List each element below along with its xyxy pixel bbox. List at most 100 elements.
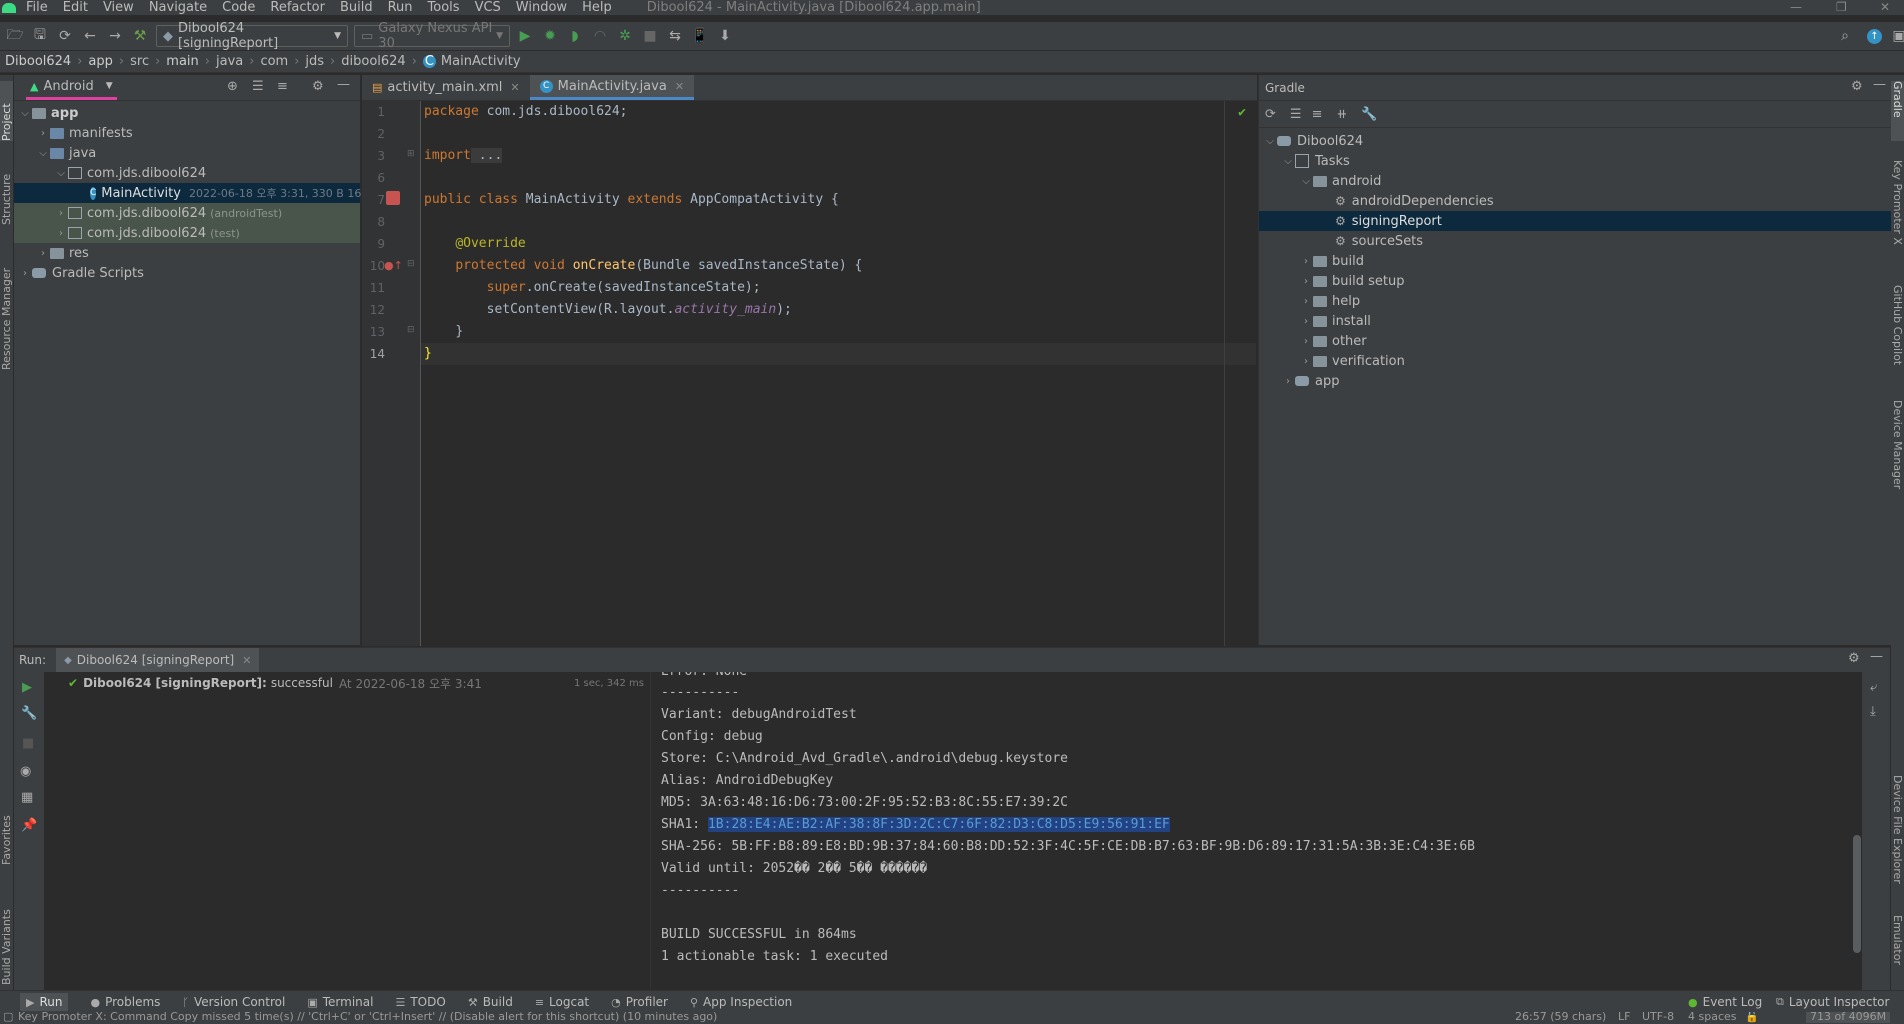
soft-wrap-icon[interactable]: ⤶	[1870, 680, 1877, 695]
tool-tab-version-control[interactable]: ᚴ Version Control	[182, 995, 285, 1009]
override-gutter-icon[interactable]: ●↑	[384, 259, 403, 272]
chevron-right-icon[interactable]: ›	[18, 268, 32, 279]
tool-tab-terminal[interactable]: ▣ Terminal	[307, 995, 373, 1009]
tool-tab-app-inspection[interactable]: ⚲ App Inspection	[690, 995, 792, 1009]
gear-icon[interactable]: ⚙	[1851, 79, 1863, 94]
chevron-right-icon[interactable]: ›	[1299, 296, 1313, 307]
project-view-selector[interactable]: ▲ Android ▼	[26, 75, 117, 100]
build-variants-tool-tab[interactable]: Build Variants	[0, 885, 13, 985]
resource-manager-tool-tab[interactable]: Resource Manager	[0, 240, 13, 370]
menu-code[interactable]: Code	[222, 0, 255, 15]
locate-icon[interactable]: ⊕	[227, 79, 238, 94]
copilot-tool-tab[interactable]: GitHub Copilot	[1891, 285, 1904, 395]
eye-icon[interactable]: ◉	[20, 764, 31, 779]
collapse-all-icon[interactable]: ≡	[277, 79, 288, 94]
reload-gradle-icon[interactable]: ⟳	[1265, 107, 1276, 122]
chevron-right-icon[interactable]: ›	[36, 248, 50, 259]
breadcrumb-item[interactable]: MainActivity	[441, 54, 521, 69]
sync-icon[interactable]: ⟳	[55, 26, 75, 46]
breadcrumb-item[interactable]: com	[260, 54, 288, 69]
chevron-down-icon[interactable]: ⌵	[1263, 136, 1277, 147]
memory-indicator[interactable]: 713 of 4096M	[1806, 1012, 1891, 1023]
tool-tab-event-log[interactable]: ● Event Log	[1688, 995, 1762, 1009]
fold-icon[interactable]: ⊟	[407, 259, 415, 269]
chevron-right-icon[interactable]: ›	[1299, 316, 1313, 327]
device-selector[interactable]: ▭ Galaxy Nexus API 30 ▼	[354, 21, 510, 51]
wrench-icon[interactable]: 🔧	[1361, 107, 1377, 122]
caret-position[interactable]: 26:57 (59 chars)	[1515, 1012, 1606, 1023]
chevron-right-icon[interactable]: ›	[1299, 256, 1313, 267]
tool-tab-profiler[interactable]: ◔ Profiler	[611, 995, 668, 1009]
menu-tools[interactable]: Tools	[428, 0, 460, 15]
chevron-right-icon[interactable]: ›	[54, 228, 68, 239]
structure-tool-tab[interactable]: Structure	[0, 155, 13, 225]
sdk-manager-icon[interactable]: ⬇	[715, 26, 735, 46]
expand-all-icon[interactable]: ☰	[252, 79, 264, 94]
gear-icon[interactable]: ⚙	[1848, 651, 1860, 666]
chevron-right-icon[interactable]: ›	[1299, 356, 1313, 367]
tool-tab-todo[interactable]: ☰ TODO	[395, 995, 445, 1009]
breadcrumb-item[interactable]: java	[216, 54, 243, 69]
chevron-right-icon[interactable]: ›	[1299, 276, 1313, 287]
tree-node-package[interactable]: ⌵ com.jds.dibool624	[14, 163, 360, 183]
rerun-icon[interactable]: ▶	[22, 680, 32, 695]
chevron-down-icon[interactable]: ⌵	[18, 108, 32, 119]
status-message[interactable]: Key Promoter X: Command Copy missed 5 ti…	[18, 1012, 717, 1023]
layout-icon[interactable]: ▦	[21, 790, 33, 805]
toggle-offline-icon[interactable]: ⧺	[1336, 107, 1347, 122]
minimize-icon[interactable]: —	[1790, 0, 1802, 14]
open-folder-icon[interactable]: 🗁	[5, 26, 25, 46]
gradle-node-build[interactable]: › build	[1259, 251, 1891, 271]
tree-node-package-test[interactable]: › com.jds.dibool624 (test)	[14, 223, 360, 243]
tree-node-package-android-test[interactable]: › com.jds.dibool624 (androidTest)	[14, 203, 360, 223]
update-icon[interactable]: ↑	[1867, 28, 1882, 44]
wrench-icon[interactable]: 🔧	[21, 706, 37, 721]
gradle-node-install[interactable]: › install	[1259, 311, 1891, 331]
tree-node-java[interactable]: ⌵ java	[14, 143, 360, 163]
save-all-icon[interactable]: 🖫	[30, 26, 50, 46]
tree-node-app[interactable]: ⌵ app	[14, 103, 360, 123]
console-output[interactable]: Error: None ---------- Variant: debugAnd…	[651, 672, 1861, 990]
line-separator[interactable]: LF	[1618, 1012, 1630, 1023]
run-tab[interactable]: ◆ Dibool624 [signingReport] ✕	[56, 648, 260, 672]
run-config-selector[interactable]: ◆ Dibool624 [signingReport] ▼	[156, 21, 348, 51]
pin-icon[interactable]: 📌	[21, 818, 37, 833]
tree-node-manifests[interactable]: › manifests	[14, 123, 360, 143]
tool-tab-build[interactable]: ⚒ Build	[468, 995, 513, 1009]
menu-run[interactable]: Run	[388, 0, 413, 15]
tree-node-main-activity[interactable]: C MainActivity 2022-06-18 오후 3:31, 330 B…	[14, 183, 376, 203]
device-manager-tool-tab[interactable]: Device Manager	[1891, 400, 1904, 510]
hide-icon[interactable]: —	[337, 77, 350, 92]
menu-help[interactable]: Help	[582, 0, 612, 15]
gradle-tool-tab[interactable]: Gradle	[1891, 81, 1904, 141]
activity-gutter-icon[interactable]	[386, 191, 400, 205]
gradle-node-app[interactable]: › app	[1259, 371, 1891, 391]
hide-icon[interactable]: —	[1873, 77, 1886, 92]
indent-setting[interactable]: 4 spaces	[1688, 1012, 1737, 1023]
chevron-down-icon[interactable]: ⌵	[54, 168, 68, 179]
back-icon[interactable]: ←	[80, 26, 100, 46]
gradle-task-android-dependencies[interactable]: ⚙ androidDependencies	[1259, 191, 1891, 211]
gradle-task-signing-report[interactable]: ⚙ signingReport	[1259, 211, 1891, 231]
tree-node-res[interactable]: › res	[14, 243, 360, 263]
chevron-right-icon[interactable]: ›	[1281, 376, 1295, 387]
editor-tab-main-activity[interactable]: C MainActivity.java ✕	[529, 75, 695, 100]
gradle-node-root[interactable]: ⌵ Dibool624	[1259, 131, 1891, 151]
breadcrumb-item[interactable]: src	[130, 54, 149, 69]
tool-tab-layout-inspector[interactable]: ⧉ Layout Inspector	[1776, 995, 1889, 1009]
menu-refactor[interactable]: Refactor	[270, 0, 325, 15]
menu-file[interactable]: File	[26, 0, 48, 15]
collapse-all-icon[interactable]: ≡	[1312, 107, 1323, 122]
breadcrumb-item[interactable]: app	[88, 54, 112, 69]
device-manager-icon[interactable]: 📱	[690, 26, 710, 46]
code-editor[interactable]: package com.jds.dibool624; import ... pu…	[421, 101, 1256, 646]
close-tab-icon[interactable]: ✕	[242, 654, 251, 667]
breadcrumb-item[interactable]: jds	[305, 54, 324, 69]
menu-window[interactable]: Window	[516, 0, 567, 15]
chevron-right-icon[interactable]: ›	[54, 208, 68, 219]
tool-tab-run[interactable]: ▶ Run	[20, 993, 69, 1011]
fold-icon[interactable]: ⊟	[407, 325, 415, 335]
menu-vcs[interactable]: VCS	[475, 0, 501, 15]
gradle-task-source-sets[interactable]: ⚙ sourceSets	[1259, 231, 1891, 251]
debug-icon[interactable]: ✹	[540, 26, 560, 46]
